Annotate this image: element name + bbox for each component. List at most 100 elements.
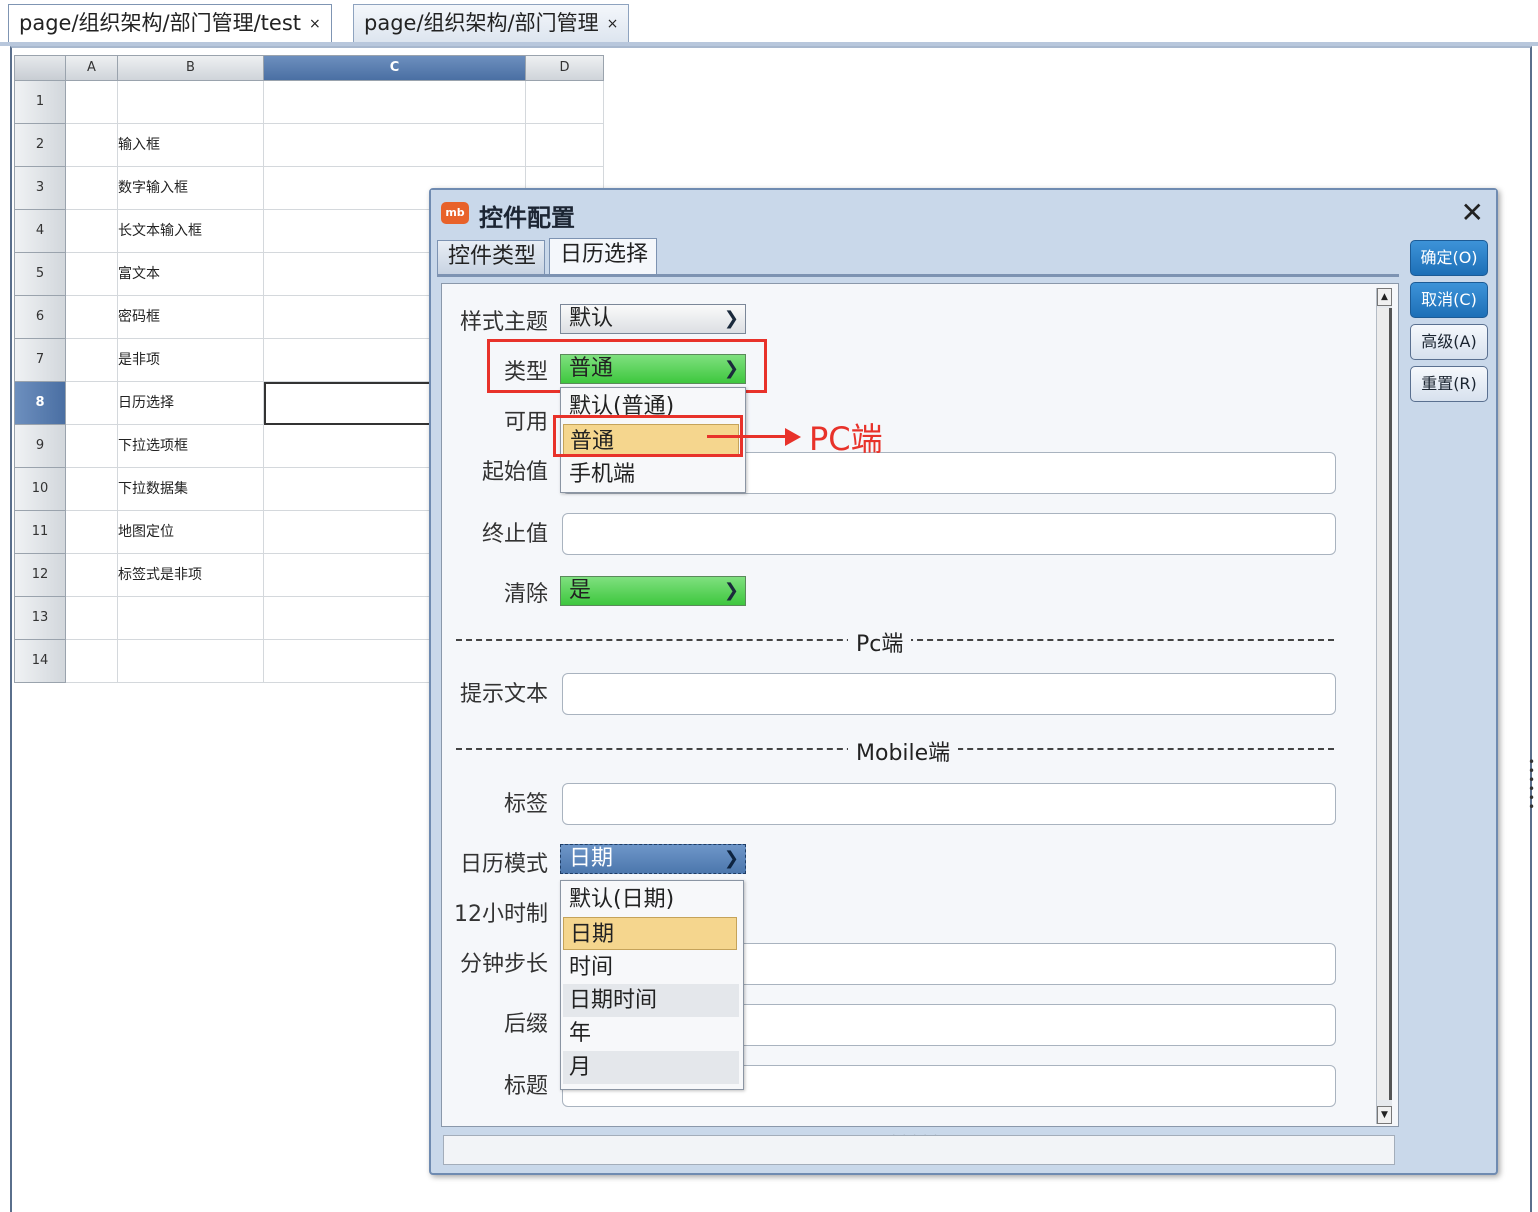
row-header[interactable]: 4 [14,210,66,253]
mode-option-default[interactable]: 默认(日期) [563,883,739,916]
ok-button[interactable]: 确定(O) [1410,240,1488,276]
row-header[interactable]: 1 [14,81,66,124]
cell-a[interactable] [66,425,118,468]
tab-calendar-select[interactable]: 日历选择 [549,238,657,274]
tab-widget-type[interactable]: 控件类型 [437,240,545,274]
cell-b[interactable] [118,597,264,640]
pc-annotation-text: PC端 [809,420,883,458]
dialog-title-bar[interactable]: mb 控件配置 ✕ [431,190,1496,236]
tab-label: page/组织架构/部门管理/test [19,11,302,35]
row-header[interactable]: 8 [14,382,66,425]
cell-b[interactable]: 是非项 [118,339,264,382]
type-highlight-box [487,339,767,393]
cancel-button[interactable]: 取消(C) [1410,282,1488,318]
cell-a[interactable] [66,253,118,296]
calendar-mode-value: 日期 [569,846,614,871]
cell-b[interactable]: 下拉数据集 [118,468,264,511]
hint-text-label: 提示文本 [459,682,548,707]
cell-b[interactable]: 地图定位 [118,511,264,554]
cell-a[interactable] [66,124,118,167]
cell-a[interactable] [66,296,118,339]
mode-option-date[interactable]: 日期 [563,917,737,950]
hint-text-input[interactable] [562,673,1336,715]
cell-b[interactable]: 密码框 [118,296,264,339]
row-header[interactable]: 12 [14,554,66,597]
vertical-scrollbar[interactable]: ▲ ▼ [1376,288,1392,1124]
end-value-input[interactable] [562,513,1336,555]
cell-b[interactable]: 富文本 [118,253,264,296]
column-header-b[interactable]: B [118,55,264,81]
mode-option-time[interactable]: 时间 [563,951,739,984]
row-header[interactable]: 13 [14,597,66,640]
cell-b[interactable]: 下拉选项框 [118,425,264,468]
tab-department-test[interactable]: page/组织架构/部门管理/test × [8,4,332,42]
calendar-settings-panel: ▲ ▼ 样式主题 默认 ❯ 类型 普通 ❯ 可用 起始值 终止值 清除 是 ❯ [441,283,1399,1127]
cell-a[interactable] [66,597,118,640]
type-option-mobile[interactable]: 手机端 [563,458,743,491]
cell-a[interactable] [66,640,118,683]
cell-a[interactable] [66,511,118,554]
cell-a[interactable] [66,81,118,124]
column-header-a[interactable]: A [66,55,118,81]
row-header[interactable]: 7 [14,339,66,382]
annotation-arrow-icon [785,428,801,446]
corner-header[interactable] [14,55,66,81]
tab-department[interactable]: page/组织架构/部门管理 × [353,4,630,42]
mode-option-month[interactable]: 月 [563,1051,739,1084]
row-header[interactable]: 14 [14,640,66,683]
row-header[interactable]: 9 [14,425,66,468]
close-icon[interactable]: ✕ [1461,196,1484,229]
cell-b[interactable]: 标签式是非项 [118,554,264,597]
clear-label: 清除 [503,582,548,607]
clear-select[interactable]: 是 ❯ [560,576,746,606]
cell-d[interactable] [526,81,604,124]
row-header[interactable]: 6 [14,296,66,339]
title-label: 标题 [503,1074,548,1099]
calendar-mode-select[interactable]: 日期 ❯ [560,844,746,874]
cell-a[interactable] [66,339,118,382]
column-header-c[interactable]: C [264,55,526,81]
app-logo-icon: mb [441,202,469,224]
close-icon[interactable]: × [309,16,321,32]
cell-b[interactable]: 输入框 [118,124,264,167]
row-header[interactable]: 10 [14,468,66,511]
cell-a[interactable] [66,167,118,210]
reset-button[interactable]: 重置(R) [1410,366,1488,402]
cell-b[interactable]: 数字输入框 [118,167,264,210]
theme-select[interactable]: 默认 ❯ [560,304,746,334]
mode-option-datetime[interactable]: 日期时间 [563,984,739,1017]
cell-c[interactable] [264,124,526,167]
enabled-label: 可用 [503,410,548,435]
cell-b[interactable] [118,640,264,683]
hour12-label: 12小时制 [454,902,548,927]
suffix-label: 后缀 [503,1012,548,1037]
cell-b[interactable]: 长文本输入框 [118,210,264,253]
column-header-d[interactable]: D [526,55,604,81]
cell-a[interactable] [66,382,118,425]
cell-a[interactable] [66,210,118,253]
side-grip-icon[interactable]: • • • • • • [1528,756,1535,813]
cell-c[interactable] [264,81,526,124]
mode-option-year[interactable]: 年 [563,1017,739,1050]
pc-section-title: Pc端 [848,626,912,658]
advanced-button[interactable]: 高级(A) [1410,324,1488,360]
cell-d[interactable] [526,124,604,167]
close-icon[interactable]: × [607,16,619,32]
row-header[interactable]: 2 [14,124,66,167]
theme-value: 默认 [569,306,614,331]
scroll-thumb[interactable] [1377,308,1392,1100]
cell-b[interactable] [118,81,264,124]
dialog-title: 控件配置 [479,204,575,232]
start-value-label: 起始值 [481,460,548,485]
scroll-down-icon[interactable]: ▼ [1377,1106,1392,1124]
row-header[interactable]: 5 [14,253,66,296]
cell-b[interactable]: 日历选择 [118,382,264,425]
tag-input[interactable] [562,783,1336,825]
scroll-up-icon[interactable]: ▲ [1377,288,1392,306]
end-value-label: 终止值 [481,522,548,547]
row-header[interactable]: 3 [14,167,66,210]
tab-label: page/组织架构/部门管理 [364,11,599,35]
row-header[interactable]: 11 [14,511,66,554]
cell-a[interactable] [66,468,118,511]
cell-a[interactable] [66,554,118,597]
